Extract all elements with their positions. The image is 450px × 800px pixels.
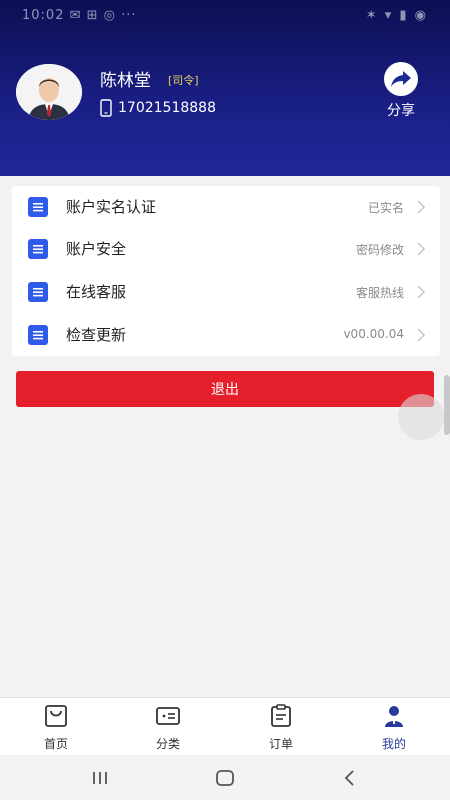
status-bar: 10:02 ✉ ⊞ ◎ ··· ✶ ▾ ▮ ◉	[0, 0, 450, 34]
chevron-right-icon	[417, 328, 426, 342]
category-icon	[156, 707, 180, 725]
share-icon	[391, 71, 411, 87]
menu-item-value: 客服热线	[355, 286, 404, 300]
share-icon-circle	[384, 62, 418, 96]
document-icon	[28, 197, 48, 217]
back-icon[interactable]	[330, 765, 370, 791]
document-icon	[28, 239, 48, 259]
status-left: 10:02 ✉ ⊞ ◎ ···	[22, 8, 137, 23]
menu-item-online-service[interactable]: 在线客服 客服热线	[12, 271, 440, 313]
settings-menu: 账户实名认证 已实名 账户安全 密码修改 在线客服 客服热线 检查更新 v00.…	[12, 186, 440, 356]
person-icon	[385, 706, 403, 727]
share-label: 分享	[387, 103, 415, 119]
user-role-badge: [司令]	[168, 74, 199, 87]
menu-item-value: 密码修改	[355, 243, 404, 257]
system-navigation-bar	[0, 755, 450, 800]
chevron-right-icon	[417, 242, 426, 256]
document-icon	[28, 325, 48, 345]
menu-item-label: 在线客服	[66, 283, 127, 301]
tab-mine[interactable]: 我的	[338, 698, 450, 756]
phone-number: 17021518888	[118, 100, 216, 116]
document-icon	[28, 282, 48, 302]
avatar[interactable]	[16, 64, 82, 120]
tab-label: 首页	[43, 737, 68, 751]
phone-row: 17021518888	[100, 98, 216, 118]
share-button[interactable]: 分享	[380, 62, 422, 122]
tab-orders[interactable]: 订单	[225, 698, 337, 756]
floating-assistive-ball[interactable]	[398, 394, 444, 440]
tab-label: 我的	[381, 737, 406, 751]
tab-home[interactable]: 首页	[0, 698, 112, 756]
menu-item-label: 账户安全	[66, 240, 127, 258]
chevron-right-icon	[417, 200, 426, 214]
status-right: ✶ ▾ ▮ ◉	[365, 8, 428, 23]
recent-apps-icon[interactable]	[80, 765, 120, 791]
logout-button[interactable]: 退出	[16, 371, 434, 407]
phone-icon	[100, 99, 112, 117]
menu-item-check-update[interactable]: 检查更新 v00.00.04	[12, 314, 440, 356]
menu-item-value: v00.00.04	[343, 327, 404, 341]
home-icon[interactable]	[205, 765, 245, 791]
menu-item-label: 检查更新	[66, 326, 127, 344]
avatar-icon	[16, 64, 82, 120]
tab-category[interactable]: 分类	[112, 698, 224, 756]
menu-item-value: 已实名	[367, 201, 404, 215]
tab-label: 订单	[268, 737, 293, 751]
menu-item-label: 账户实名认证	[66, 198, 157, 216]
menu-item-account-security[interactable]: 账户安全 密码修改	[12, 228, 440, 270]
menu-item-real-name[interactable]: 账户实名认证 已实名	[12, 186, 440, 228]
chevron-right-icon	[417, 285, 426, 299]
profile-header: 10:02 ✉ ⊞ ◎ ··· ✶ ▾ ▮ ◉ 陈林堂 [司令] 1702151…	[0, 0, 450, 176]
shopping-bag-icon	[45, 705, 67, 727]
bottom-tab-bar: 首页 分类 订单 我的	[0, 697, 450, 755]
edge-scroll-handle[interactable]	[444, 375, 450, 435]
order-icon	[271, 704, 291, 727]
tab-label: 分类	[155, 737, 180, 751]
user-name: 陈林堂	[100, 71, 151, 91]
